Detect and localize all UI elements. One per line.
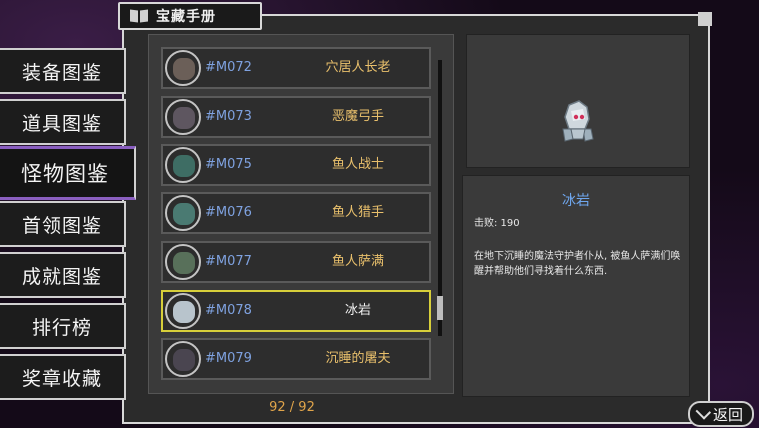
window-title: 宝藏手册 <box>156 9 216 25</box>
monster-name: 鱼人萨满 <box>331 254 384 269</box>
monster-preview <box>466 34 690 168</box>
corner-ornament <box>698 12 712 26</box>
monster-name: 穴居人长老 <box>325 60 391 75</box>
monster-detail-panel: 冰岩 击败: 190 在地下沉睡的魔法守护者仆从, 被鱼人萨满们唤醒并帮助他们寻… <box>462 175 690 397</box>
nav-item-medals[interactable]: 奖章收藏 <box>0 354 126 400</box>
nav-item-label: 排行榜 <box>31 316 92 339</box>
monster-row[interactable]: #M077 鱼人萨满 <box>161 241 431 283</box>
back-button[interactable]: 返回 <box>688 401 754 427</box>
monster-row-selected[interactable]: #M078 冰岩 <box>161 290 431 332</box>
monster-portrait <box>165 293 201 329</box>
list-scrollbar-thumb[interactable] <box>437 296 443 320</box>
book-icon <box>130 9 148 23</box>
detail-monster-name: 冰岩 <box>562 193 590 209</box>
nav-item-monsters[interactable]: 怪物图鉴 <box>0 146 136 200</box>
monster-name: 冰岩 <box>344 303 371 318</box>
monster-portrait <box>165 99 201 135</box>
window-title-tab: 宝藏手册 <box>118 2 262 30</box>
monster-portrait <box>165 50 201 86</box>
monster-row[interactable]: #M075 鱼人战士 <box>161 144 431 186</box>
detail-description: 在地下沉睡的魔法守护者仆从, 被鱼人萨满们唤醒并帮助他们寻找着什么东西. <box>474 251 681 277</box>
monster-portrait <box>165 341 201 377</box>
monster-list-panel: #M072 穴居人长老 #M073 恶魔弓手 #M075 鱼人战士 #M076 … <box>148 34 454 394</box>
detail-defeat-count: 击败: 190 <box>474 218 520 229</box>
nav-item-label: 装备图鉴 <box>21 61 102 84</box>
monster-code: #M078 <box>205 303 252 318</box>
monster-portrait <box>165 147 201 183</box>
back-button-label: 返回 <box>712 405 743 424</box>
monster-name: 沉睡的屠夫 <box>325 351 391 366</box>
nav-item-achievements[interactable]: 成就图鉴 <box>0 252 126 298</box>
monster-code: #M072 <box>205 60 252 75</box>
back-arrow-icon <box>695 404 712 420</box>
monster-portrait <box>165 195 201 231</box>
ice-rock-sprite <box>562 100 594 142</box>
nav-item-bosses[interactable]: 首领图鉴 <box>0 201 126 247</box>
monster-code: #M073 <box>205 109 252 124</box>
monster-name: 鱼人战士 <box>331 157 384 172</box>
nav-item-label: 道具图鉴 <box>21 112 102 135</box>
monster-row[interactable]: #M072 穴居人长老 <box>161 47 431 89</box>
nav-item-leaderboard[interactable]: 排行榜 <box>0 303 126 349</box>
nav-item-label: 怪物图鉴 <box>21 162 109 186</box>
monster-code: #M077 <box>205 254 252 269</box>
nav-item-equipment[interactable]: 装备图鉴 <box>0 48 126 94</box>
nav-item-label: 奖章收藏 <box>21 367 102 390</box>
monster-row[interactable]: #M073 恶魔弓手 <box>161 96 431 138</box>
nav-item-items[interactable]: 道具图鉴 <box>0 99 126 145</box>
monster-code: #M076 <box>205 205 252 220</box>
monster-portrait <box>165 244 201 280</box>
monster-code: #M075 <box>205 157 252 172</box>
monster-name: 鱼人猎手 <box>331 205 384 220</box>
monster-name: 恶魔弓手 <box>331 109 384 124</box>
nav-item-label: 成就图鉴 <box>21 265 102 288</box>
monster-row[interactable]: #M076 鱼人猎手 <box>161 192 431 234</box>
page-count: 92 / 92 <box>269 400 315 415</box>
nav-item-label: 首领图鉴 <box>21 214 102 237</box>
list-scrollbar-track[interactable] <box>438 60 442 336</box>
monster-row[interactable]: #M079 沉睡的屠夫 <box>161 338 431 380</box>
monster-code: #M079 <box>205 351 252 366</box>
